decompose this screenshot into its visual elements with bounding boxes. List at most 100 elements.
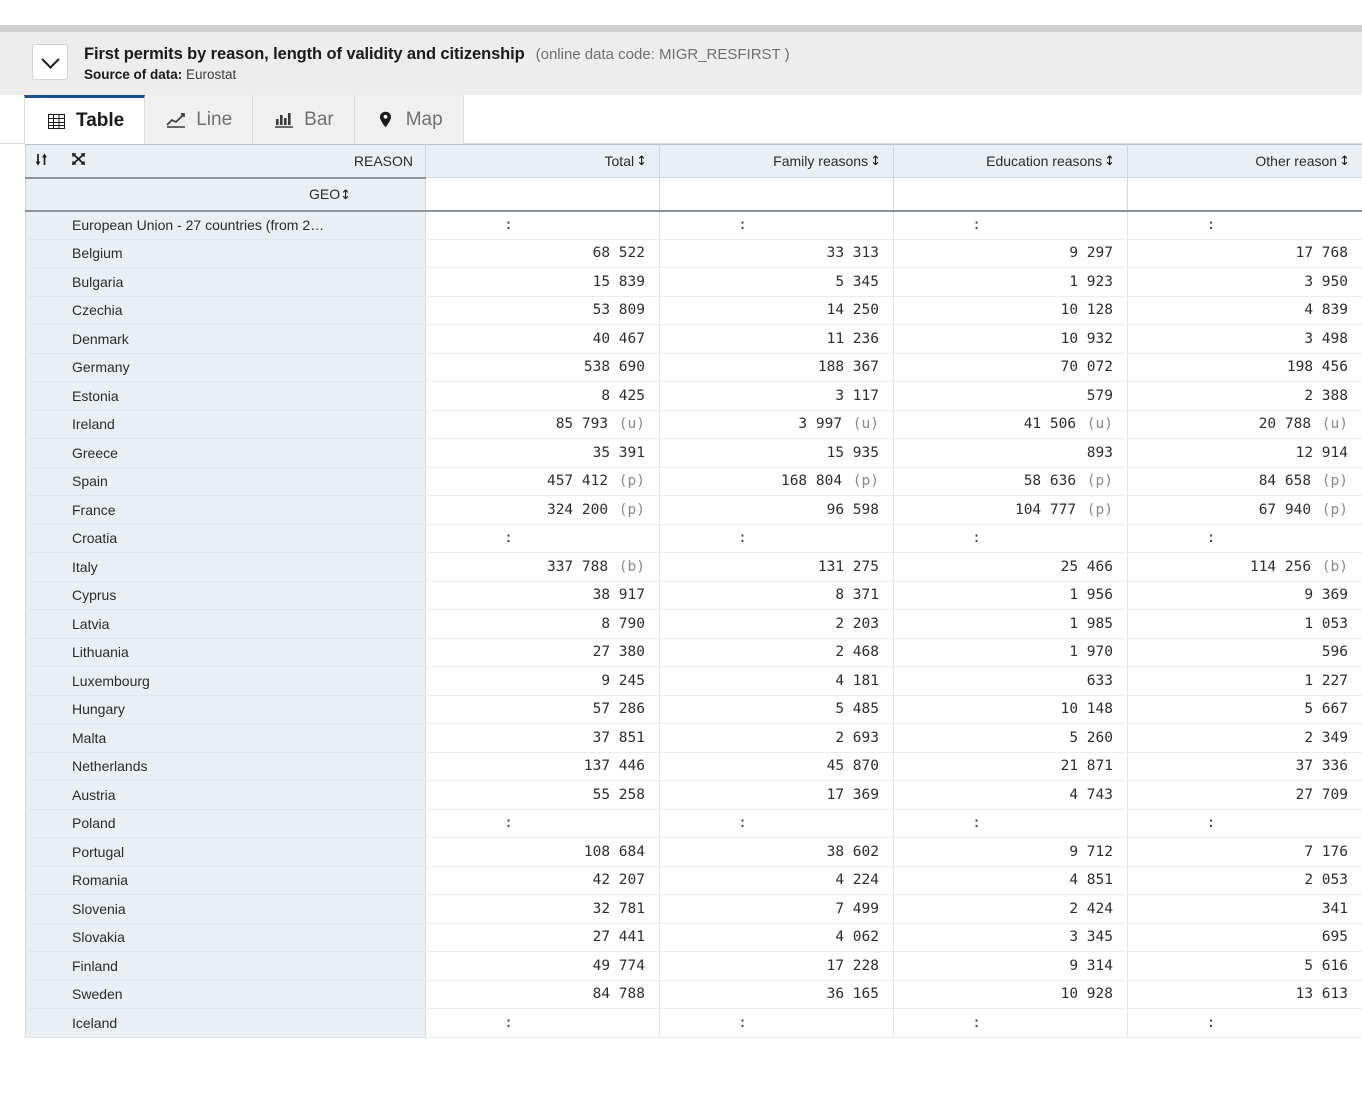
table-row[interactable]: Poland:::: <box>25 809 1362 838</box>
collapse-dataset-button[interactable] <box>32 44 68 80</box>
sort-toggle-icon[interactable]: ↕ <box>636 155 647 168</box>
table-row[interactable]: Sweden 84 788 36 165 10 928 13 613 <box>25 980 1362 1009</box>
sort-toggle-icon[interactable]: ↕ <box>870 155 881 168</box>
table-row[interactable]: Latvia 8 790 2 203 1 985 1 053 <box>25 609 1362 639</box>
reason-dimension-header[interactable]: REASON <box>25 144 426 179</box>
row-geo-label: Denmark <box>25 324 426 354</box>
table-row[interactable]: Luxembourg 9 245 4 181 633 1 227 <box>25 666 1362 696</box>
table-row[interactable]: Italy 337 788 (b) 131 275 25 466 114 256 (b) <box>25 552 1362 582</box>
value-flag: (b) <box>610 558 645 575</box>
table-row[interactable]: Slovakia 27 441 4 062 3 345 695 <box>25 923 1362 952</box>
sort-toggle-icon[interactable]: ↕ <box>340 188 351 203</box>
table-row[interactable]: France 324 200 (p) 96 598 104 777 (p) 67 940… <box>25 495 1362 525</box>
table-row[interactable]: Greece 35 391 15 935 893 12 914 <box>25 438 1362 468</box>
transpose-icon[interactable] <box>71 152 86 169</box>
table-cell: 25 466 <box>893 552 1128 582</box>
table-cell: : <box>659 524 894 553</box>
table-row[interactable]: Slovenia 32 781 7 499 2 424 341 <box>25 894 1362 924</box>
table-row[interactable]: Denmark 40 467 11 236 10 932 3 498 <box>25 324 1362 354</box>
table-cell: 1 970 <box>893 638 1128 667</box>
table-cell: 2 053 <box>1127 866 1362 895</box>
table-cell: 37 851 <box>425 723 660 753</box>
row-geo-label: Portugal <box>25 837 426 867</box>
table-row[interactable]: European Union - 27 countries (from 2…::… <box>25 210 1362 240</box>
table-row[interactable]: Portugal 108 684 38 602 9 712 7 176 <box>25 837 1362 867</box>
tab-bar-label: Bar <box>304 108 334 130</box>
table-cell: 14 250 <box>659 296 894 325</box>
table-row[interactable]: Hungary 57 286 5 485 10 148 5 667 <box>25 695 1362 724</box>
table-cell: 8 790 <box>425 609 660 639</box>
table-cell: 4 839 <box>1127 296 1362 325</box>
value-flag: (p) <box>1078 501 1113 518</box>
row-geo-label: Luxembourg <box>25 666 426 696</box>
table-cell: 68 522 <box>425 239 660 268</box>
tab-map[interactable]: Map <box>354 95 464 144</box>
tab-line-label: Line <box>196 108 233 130</box>
table-cell: 35 391 <box>425 438 660 468</box>
table-row[interactable]: Iceland:::: <box>25 1008 1362 1038</box>
table-cell: 131 275 <box>659 552 894 582</box>
tab-table[interactable]: Table <box>24 95 146 144</box>
row-geo-label: Slovenia <box>25 894 426 924</box>
row-geo-label: Latvia <box>25 609 426 639</box>
table-row[interactable]: Ireland 85 793 (u) 3 997 (u) 41 506 (u) 20 7… <box>25 410 1362 439</box>
table-row[interactable]: Romania 42 207 4 224 4 851 2 053 <box>25 866 1362 895</box>
table-row[interactable]: Finland 49 774 17 228 9 314 5 616 <box>25 951 1362 981</box>
table-cell: 2 468 <box>659 638 894 667</box>
table-cell: : <box>425 210 660 240</box>
table-row[interactable]: Croatia:::: <box>25 524 1362 553</box>
row-geo-label: Malta <box>25 723 426 753</box>
row-geo-label: Greece <box>25 438 426 468</box>
column-header-family-reasons[interactable]: Family reasons ↕ <box>659 144 894 178</box>
table-cell: 38 917 <box>425 581 660 610</box>
table-cell: 5 260 <box>893 723 1128 753</box>
table-row[interactable]: Germany 538 690 188 367 70 072 198 456 <box>25 353 1362 382</box>
table-row[interactable]: Cyprus 38 917 8 371 1 956 9 369 <box>25 581 1362 610</box>
table-cell: 17 768 <box>1127 239 1362 268</box>
geo-row-filler-family <box>659 177 894 212</box>
table-cell: : <box>425 1008 660 1038</box>
table-cell: 96 598 <box>659 495 894 525</box>
tab-line[interactable]: Line <box>145 95 254 144</box>
eurostat-data-browser: First permits by reason, length of valid… <box>0 0 1362 1120</box>
table-cell: 2 203 <box>659 609 894 639</box>
tab-bar[interactable]: Bar <box>253 95 355 144</box>
table-cell: 1 923 <box>893 267 1128 297</box>
table-cell: 3 498 <box>1127 324 1362 354</box>
row-geo-label: European Union - 27 countries (from 2… <box>25 210 426 240</box>
sort-toggle-icon[interactable]: ↕ <box>1104 155 1115 168</box>
table-cell: 45 870 <box>659 752 894 781</box>
table-cell: : <box>1127 524 1362 553</box>
table-header-row-dimension: REASON Total ↕ Family reasons ↕ Educatio… <box>25 144 1362 179</box>
table-cell: 198 456 <box>1127 353 1362 382</box>
sort-toggle-icon[interactable]: ↕ <box>1339 155 1350 168</box>
table-cell: : <box>1127 809 1362 838</box>
table-cell: 10 148 <box>893 695 1128 724</box>
table-row[interactable]: Spain 457 412 (p) 168 804 (p) 58 636 (p) 84 … <box>25 467 1362 496</box>
dataset-source: Source of data: Eurostat <box>84 67 790 82</box>
table-header: REASON Total ↕ Family reasons ↕ Educatio… <box>25 144 1362 212</box>
table-row[interactable]: Belgium 68 522 33 313 9 297 17 768 <box>25 239 1362 268</box>
table-row[interactable]: Czechia 53 809 14 250 10 128 4 839 <box>25 296 1362 325</box>
data-table: REASON Total ↕ Family reasons ↕ Educatio… <box>25 144 1362 1038</box>
table-row[interactable]: Netherlands 137 446 45 870 21 871 37 336 <box>25 752 1362 781</box>
table-row[interactable]: Lithuania 27 380 2 468 1 970 596 <box>25 638 1362 667</box>
sort-icon[interactable] <box>34 152 49 170</box>
table-cell: 337 788 (b) <box>425 552 660 582</box>
row-geo-label: Belgium <box>25 239 426 268</box>
column-header-total[interactable]: Total ↕ <box>425 144 660 178</box>
table-row[interactable]: Austria 55 258 17 369 4 743 27 709 <box>25 780 1362 810</box>
table-cell: : <box>659 210 894 240</box>
table-cell: 4 851 <box>893 866 1128 895</box>
table-row[interactable]: Bulgaria 15 839 5 345 1 923 3 950 <box>25 267 1362 297</box>
table-cell: : <box>659 1008 894 1038</box>
table-header-row-geo: GEO↕ <box>25 177 1362 212</box>
table-row[interactable]: Estonia 8 425 3 117 579 2 388 <box>25 381 1362 411</box>
column-header-other-reason[interactable]: Other reason ↕ <box>1127 144 1362 178</box>
map-pin-icon <box>375 110 397 130</box>
geo-dimension-header[interactable]: GEO↕ <box>25 177 426 212</box>
table-cell: 9 369 <box>1127 581 1362 610</box>
table-row[interactable]: Malta 37 851 2 693 5 260 2 349 <box>25 723 1362 753</box>
data-table-container: REASON Total ↕ Family reasons ↕ Educatio… <box>25 144 1362 1038</box>
column-header-education-reasons[interactable]: Education reasons ↕ <box>893 144 1128 178</box>
